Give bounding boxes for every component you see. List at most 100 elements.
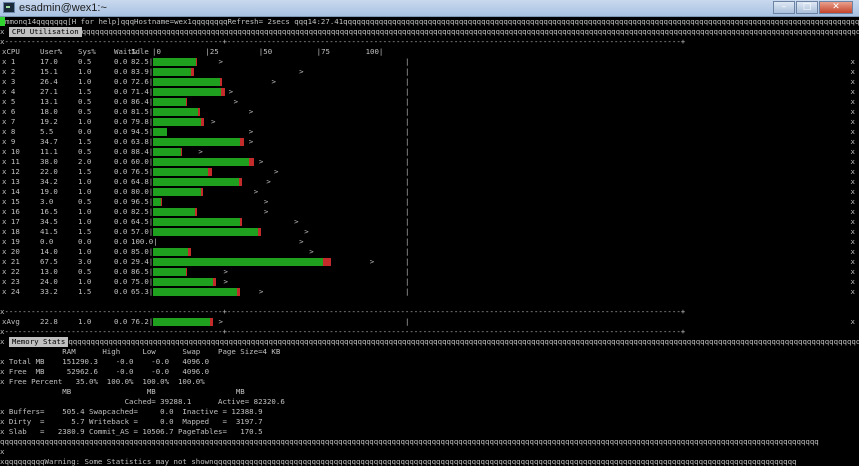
- cpu-label: x 14: [2, 187, 20, 196]
- idle-value: 60.0|: [131, 157, 154, 166]
- user-bar-segment: [153, 128, 167, 136]
- right-edge-x: x: [850, 247, 855, 256]
- right-border: |: [405, 277, 410, 286]
- right-edge-x: x: [850, 67, 855, 76]
- cpu-bar: [153, 58, 405, 66]
- cpu-label: x 17: [2, 217, 20, 226]
- wait-value: 0.0: [114, 267, 128, 276]
- sys-value: 1.0: [78, 77, 92, 86]
- maximize-button[interactable]: □: [796, 1, 818, 14]
- cpu-label: x 21: [2, 257, 20, 266]
- minimize-button[interactable]: –: [773, 1, 795, 14]
- peak-marker: >: [228, 87, 234, 96]
- sys-value: 0.5: [78, 97, 92, 106]
- user-value: 19.0: [40, 187, 58, 196]
- window-title: esadmin@wex1:~: [19, 2, 107, 14]
- idle-value: 82.5|: [131, 57, 154, 66]
- wait-value: 0.0: [114, 77, 128, 86]
- close-button[interactable]: ✕: [819, 1, 853, 14]
- memory-section-title: Memory Stats: [8, 337, 69, 347]
- wait-value: 0.0: [114, 67, 128, 76]
- cpu-label: x 1: [2, 57, 16, 66]
- peak-marker: >: [369, 257, 375, 266]
- memory-line: MB MB MB: [0, 387, 245, 396]
- wait-value: 0.0: [114, 217, 128, 226]
- wait-value: 0.0: [114, 227, 128, 236]
- sys-value: 1.0: [78, 67, 92, 76]
- terminal-app-icon: [3, 2, 15, 13]
- right-edge-x: x: [850, 97, 855, 106]
- right-edge-x: x: [850, 317, 855, 326]
- sys-value: 1.0: [78, 187, 92, 196]
- peak-marker: >: [309, 247, 314, 256]
- user-value: 17.0: [40, 57, 58, 66]
- title-bar[interactable]: esadmin@wex1:~ – □ ✕: [0, 0, 859, 17]
- memory-line: x Free MB 52962.6 -0.0 -0.0 4096.0: [0, 367, 210, 376]
- cpu-label: x 22: [2, 267, 20, 276]
- user-bar-segment: [153, 278, 214, 286]
- wait-value: 0.0: [114, 317, 128, 326]
- idle-value: 75.0|: [131, 277, 154, 286]
- idle-value: 64.8|: [131, 177, 154, 186]
- cpu-label: x 24: [2, 287, 20, 296]
- peak-marker: >: [304, 227, 309, 236]
- right-border: |: [405, 77, 410, 86]
- terminal-screen[interactable]: mmonq14qqqqqqq[H for help]qqqHostname=we…: [0, 17, 859, 466]
- memory-line: x Dirty = 5.7 Writeback = 0.0 Mapped = 3…: [0, 417, 263, 426]
- sys-value: 1.5: [78, 287, 92, 296]
- idle-value: 57.0|: [131, 227, 154, 236]
- cpu-label: xAvg: [2, 317, 20, 326]
- user-value: 34.5: [40, 217, 58, 226]
- right-edge-x: x: [850, 197, 855, 206]
- sys-bar-segment: [221, 88, 226, 96]
- sys-value: 1.0: [78, 247, 92, 256]
- peak-marker: >: [198, 147, 203, 156]
- idle-value: 64.5|: [131, 217, 154, 226]
- right-edge-x: x: [850, 287, 855, 296]
- status-text: mmonq14qqqqqqq[H for help]qqqHostname=we…: [5, 17, 344, 26]
- cpu-label: x 18: [2, 227, 20, 236]
- user-bar-segment: [153, 198, 161, 206]
- user-bar-segment: [153, 158, 249, 166]
- sys-bar-segment: [323, 258, 331, 266]
- wait-value: 0.0: [114, 137, 128, 146]
- cpu-bar: [153, 238, 405, 246]
- cpu-bar: [153, 188, 405, 196]
- user-bar-segment: [153, 118, 202, 126]
- cpu-bar: [153, 128, 405, 136]
- user-bar-segment: [153, 258, 324, 266]
- right-edge-x: x: [850, 127, 855, 136]
- cpu-bar: [153, 78, 405, 86]
- right-border: |: [405, 117, 410, 126]
- right-border: |: [405, 217, 410, 226]
- peak-marker: >: [218, 57, 223, 66]
- right-edge-x: x: [850, 117, 855, 126]
- sys-value: 3.0: [78, 257, 92, 266]
- cpu-label: x 20: [2, 247, 20, 256]
- peak-marker: >: [294, 217, 299, 226]
- wait-value: 0.0: [114, 187, 128, 196]
- cpu-bar: [153, 198, 405, 206]
- cpu-label: x 11: [2, 157, 20, 166]
- wait-value: 0.0: [114, 177, 128, 186]
- status-fill: qqqqqqqqqqqqqqqqqqqqqqqqqqqqqqqqqqqqqqqq…: [343, 17, 859, 26]
- border-x: x: [0, 337, 5, 346]
- user-value: 19.2: [40, 117, 58, 126]
- sys-bar-segment: [201, 118, 204, 126]
- peak-marker: >: [299, 237, 304, 246]
- user-value: 22.8: [40, 317, 58, 326]
- user-value: 16.5: [40, 207, 58, 216]
- idle-value: 81.5|: [131, 107, 154, 116]
- peak-marker: >: [266, 177, 271, 186]
- col-header-user: User%: [40, 47, 63, 56]
- right-border: |: [405, 257, 410, 266]
- cpu-bar: [153, 168, 405, 176]
- peak-marker: >: [248, 137, 254, 146]
- peak-marker: >: [273, 167, 279, 176]
- cpu-bar: [153, 88, 405, 96]
- sys-value: 0.5: [78, 197, 92, 206]
- peak-marker: >: [218, 317, 223, 326]
- right-edge-x: x: [850, 107, 855, 116]
- sys-value: 1.0: [78, 177, 92, 186]
- cpu-bar: [153, 228, 405, 236]
